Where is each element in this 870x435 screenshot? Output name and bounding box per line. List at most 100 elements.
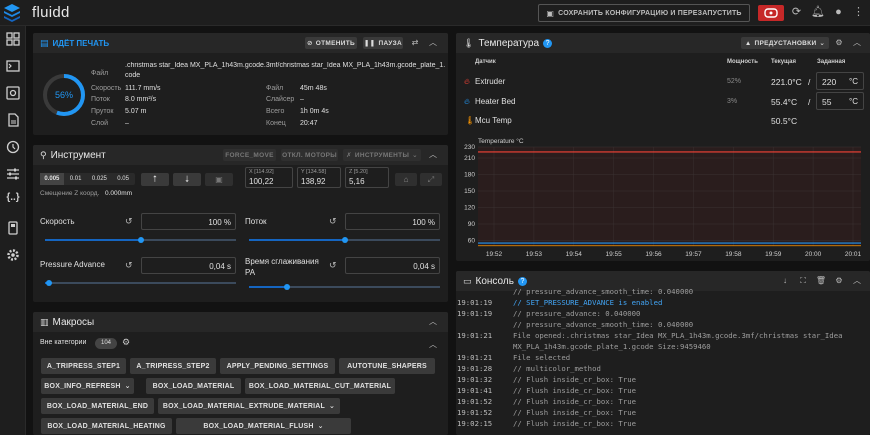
z-offset-up-button[interactable]: ⭡ xyxy=(141,173,169,186)
user-icon[interactable]: ● xyxy=(832,6,845,19)
pa-slider-thumb[interactable] xyxy=(45,280,52,286)
emergency-stop-button[interactable] xyxy=(758,5,784,21)
home-all-button[interactable]: ⌂ xyxy=(395,173,417,186)
smooth-slider-thumb[interactable] xyxy=(284,284,291,290)
expand-icon[interactable]: ⛶ xyxy=(797,275,809,287)
tools-menu-button[interactable]: ✗ ИНСТРУМЕНТЫ ⌄ xyxy=(343,149,421,161)
dashboard-icon[interactable] xyxy=(6,32,20,46)
collapse-chevron-icon[interactable]: ︿ xyxy=(427,149,439,161)
collapse-chevron-icon[interactable]: ︿ xyxy=(851,37,863,49)
layer-stat-value: – xyxy=(125,120,129,127)
camera-icon[interactable] xyxy=(6,86,20,100)
collapse-chevron-icon[interactable]: ︿ xyxy=(851,275,863,287)
z-step-selector: 0.005 0.01 0.025 0.05 xyxy=(40,173,135,185)
help-icon[interactable]: ? xyxy=(543,38,553,48)
macro-button[interactable]: BOX_LOAD_MATERIAL_END xyxy=(41,398,154,414)
save-config-restart-button[interactable]: ▣ СОХРАНИТЬ КОНФИГУРАЦИЮ И ПЕРЕЗАПУСТИТЬ xyxy=(538,4,750,22)
smooth-time-slider[interactable] xyxy=(249,284,440,290)
reprint-menu-icon[interactable]: ⇄ xyxy=(409,37,421,49)
mcu-name[interactable]: Mcu Temp xyxy=(475,116,512,125)
flow-reset-icon[interactable]: ↺ xyxy=(329,216,337,227)
delete-icon[interactable]: 🗑︎ xyxy=(815,275,827,287)
smooth-reset-icon[interactable]: ↺ xyxy=(329,260,337,271)
chart-x-tick: 19:56 xyxy=(645,251,662,258)
console-message: // Flush inside_cr_box: True xyxy=(513,408,637,417)
chevron-down-icon: ⌄ xyxy=(412,152,418,159)
speed-input[interactable]: 100 % xyxy=(141,213,236,230)
printer-icon: ▤ xyxy=(40,37,49,48)
category-collapse-icon[interactable]: ︿ xyxy=(429,339,437,350)
speed-slider-thumb[interactable] xyxy=(137,237,144,243)
pressure-advance-label: Pressure Advance xyxy=(40,260,105,269)
cancel-print-button[interactable]: ⊘ ОТМЕНИТЬ xyxy=(305,37,357,49)
x-field-label: X [114.92] xyxy=(249,169,274,175)
pa-input-value: 0,04 s xyxy=(209,262,231,271)
tune-icon[interactable] xyxy=(6,167,20,181)
y-field-label: Y [134.58] xyxy=(301,169,326,175)
relative-move-button[interactable]: ⤢ xyxy=(420,173,442,186)
settings-gear-icon[interactable] xyxy=(6,248,20,262)
history-icon[interactable] xyxy=(6,140,20,154)
speed-slider[interactable] xyxy=(45,237,236,243)
macro-button[interactable]: BOX_LOAD_MATERIAL_CUT_MATERIAL xyxy=(245,378,395,394)
print-status-header: ▤ ИДЁТ ПЕЧАТЬ ⊘ ОТМЕНИТЬ ❚❚ ПАУЗА ⇄ ︿ xyxy=(33,33,448,53)
bell-icon[interactable]: 🔔︎ xyxy=(811,6,825,19)
speed-reset-icon[interactable]: ↺ xyxy=(125,216,133,227)
presets-menu-button[interactable]: ▲ ПРЕДУСТАНОВКИ ⌄ xyxy=(741,37,829,49)
smooth-time-input[interactable]: 0,04 s xyxy=(345,257,440,274)
motors-off-button[interactable]: ОТКЛ. МОТОРЫ xyxy=(281,149,338,161)
flow-slider-thumb[interactable] xyxy=(341,237,348,243)
extruder-target-input[interactable]: 220 °C xyxy=(816,72,864,90)
pressure-advance-slider[interactable] xyxy=(45,280,236,286)
settings-gear-icon[interactable]: ⚙ xyxy=(833,275,845,287)
y-position-field[interactable]: Y [134.58] 138,92 xyxy=(297,167,341,188)
help-icon[interactable]: ? xyxy=(517,276,527,286)
settings-gear-icon[interactable]: ⚙ xyxy=(833,37,845,49)
macro-button[interactable]: A_TRIPRESS_STEP2 xyxy=(130,358,216,374)
macro-button[interactable]: BOX_INFO_REFRESH ⌄ xyxy=(41,378,134,394)
bed-name[interactable]: Heater Bed xyxy=(475,97,515,106)
flow-input[interactable]: 100 % xyxy=(345,213,440,230)
pause-print-button[interactable]: ❚❚ ПАУЗА xyxy=(363,37,403,49)
system-icon[interactable] xyxy=(6,221,20,235)
step-001[interactable]: 0.01 xyxy=(64,173,88,185)
macro-category-label[interactable]: Вне категории xyxy=(40,339,86,346)
bed-heat-icon: 🔥︎ xyxy=(464,97,470,106)
bed-target-input[interactable]: 55 °C xyxy=(816,92,864,110)
macro-settings-gear-icon[interactable]: ⚙ xyxy=(122,337,130,348)
console-icon[interactable] xyxy=(6,59,20,73)
extruder-name[interactable]: Extruder xyxy=(475,77,505,86)
z-position-field[interactable]: Z [5.20] 5,16 xyxy=(345,167,389,188)
restart-icon[interactable]: ⟳ xyxy=(790,6,803,19)
collapse-chevron-icon[interactable]: ︿ xyxy=(427,37,439,49)
layer-stat-label: Слой xyxy=(91,120,109,127)
macro-button[interactable]: A_TRIPRESS_STEP1 xyxy=(41,358,126,374)
arrow-up-icon: ⭡ xyxy=(152,174,158,184)
z-offset-down-button[interactable]: ⭣ xyxy=(173,173,201,186)
file-icon[interactable] xyxy=(6,113,20,127)
macro-button[interactable]: APPLY_PENDING_SETTINGS xyxy=(220,358,335,374)
console-message[interactable]: // SET_PRESSURE_ADVANCE is enabled xyxy=(513,298,662,307)
z-offset-save-button[interactable]: ▣ xyxy=(205,173,233,186)
more-vert-icon[interactable]: ⋮ xyxy=(852,6,865,19)
z-offset-value: 0.000mm xyxy=(105,190,133,197)
step-0005[interactable]: 0.005 xyxy=(40,173,64,185)
config-braces-icon[interactable]: {..} xyxy=(6,192,20,206)
slicer-time-value: – xyxy=(300,96,304,103)
step-0025[interactable]: 0.025 xyxy=(88,173,112,185)
chart-y-tick: 180 xyxy=(464,172,475,179)
force-move-button[interactable]: FORCE_MOVE xyxy=(223,149,276,161)
pa-reset-icon[interactable]: ↺ xyxy=(125,260,133,271)
macro-button[interactable]: BOX_LOAD_MATERIAL xyxy=(146,378,241,394)
speed-stat-label: Скорость xyxy=(91,85,122,92)
macro-button[interactable]: AUTOTUNE_SHAPERS xyxy=(339,358,435,374)
step-005[interactable]: 0.05 xyxy=(111,173,135,185)
x-position-field[interactable]: X [114.92] 100,22 xyxy=(245,167,293,188)
pressure-advance-input[interactable]: 0,04 s xyxy=(141,257,236,274)
flow-slider[interactable] xyxy=(249,237,440,243)
macro-button[interactable]: BOX_LOAD_MATERIAL_HEATING xyxy=(41,418,172,434)
collapse-chevron-icon[interactable]: ︿ xyxy=(427,316,439,328)
macro-button[interactable]: BOX_LOAD_MATERIAL_EXTRUDE_MATERIAL ⌄ xyxy=(158,398,340,414)
scroll-down-icon[interactable]: ↓ xyxy=(779,275,791,287)
macro-button[interactable]: BOX_LOAD_MATERIAL_FLUSH ⌄ xyxy=(176,418,351,434)
